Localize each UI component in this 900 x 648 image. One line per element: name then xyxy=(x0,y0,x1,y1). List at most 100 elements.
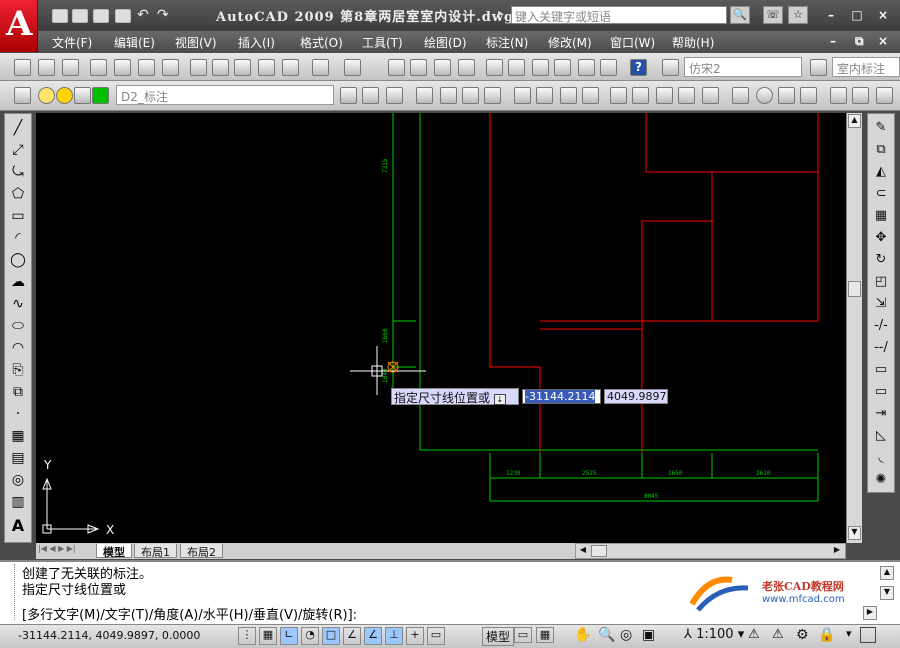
trim-icon[interactable]: -/- xyxy=(871,318,891,340)
region-icon[interactable]: ◎ xyxy=(8,472,28,494)
lock-icon[interactable]: 🔒 xyxy=(818,627,835,643)
scale-icon[interactable]: ◰ xyxy=(871,274,891,296)
offset-icon[interactable]: ⊂ xyxy=(871,186,891,208)
undo-icon[interactable] xyxy=(312,59,329,76)
3d-dwf-icon[interactable] xyxy=(162,59,179,76)
auto-scale-icon[interactable]: ⚠ xyxy=(772,627,784,642)
zoom-icon[interactable]: 🔍 xyxy=(598,627,615,643)
doc-restore-button[interactable]: ⧉ xyxy=(855,34,864,49)
undo-icon[interactable]: ↶ xyxy=(137,8,153,23)
model-space-button[interactable]: 模型 xyxy=(482,627,515,646)
steering-wheel-icon[interactable]: ◎ xyxy=(620,627,632,643)
tab-layout1[interactable]: 布局1 xyxy=(134,544,177,559)
tolerance-icon[interactable] xyxy=(732,87,749,104)
properties-icon[interactable] xyxy=(486,59,503,76)
command-scroll-down-icon[interactable]: ▼ xyxy=(880,586,894,600)
status-menu-icon[interactable]: ▾ xyxy=(846,627,852,640)
quickcalc-icon[interactable] xyxy=(600,59,617,76)
print-icon[interactable] xyxy=(115,9,131,23)
fillet-icon[interactable]: ◟ xyxy=(871,450,891,472)
coordinate-readout[interactable]: -31144.2114, 4049.9897, 0.0000 xyxy=(18,629,200,642)
communication-center-icon[interactable]: ☏ xyxy=(763,6,783,24)
publish-icon[interactable] xyxy=(138,59,155,76)
explode-icon[interactable]: ✺ xyxy=(871,472,891,494)
polar-tracking-icon[interactable]: ◔ xyxy=(301,627,319,645)
match-properties-icon[interactable] xyxy=(258,59,275,76)
revision-cloud-icon[interactable]: ☁ xyxy=(8,274,28,296)
save-icon[interactable] xyxy=(93,9,109,23)
gradient-icon[interactable]: ▤ xyxy=(8,450,28,472)
dynamic-input-x-field[interactable]: -31144.2114 xyxy=(522,389,601,404)
search-icon[interactable]: 🔍 xyxy=(730,6,750,24)
annotation-visibility-icon[interactable]: ⚠ xyxy=(748,627,760,642)
plot-icon[interactable] xyxy=(90,59,107,76)
quick-properties-icon[interactable]: ▭ xyxy=(427,627,445,645)
dropdown-arrow-icon[interactable]: ↓ xyxy=(493,394,506,405)
quick-view-layouts-icon[interactable]: ▭ xyxy=(514,627,532,643)
extend-icon[interactable]: --/ xyxy=(871,340,891,362)
qnew-icon[interactable] xyxy=(14,59,31,76)
scroll-right-icon[interactable]: ▶ xyxy=(831,545,843,557)
menu-insert[interactable]: 插入(I) xyxy=(238,34,275,51)
jogged-linear-icon[interactable] xyxy=(800,87,817,104)
angular-dim-icon[interactable] xyxy=(582,87,599,104)
dynamic-ucs-icon[interactable]: ∠ xyxy=(364,627,382,645)
dim-update-icon[interactable] xyxy=(876,87,893,104)
menu-draw[interactable]: 绘图(D) xyxy=(424,34,467,51)
tab-layout2[interactable]: 布局2 xyxy=(180,544,223,559)
lineweight-icon[interactable]: + xyxy=(406,627,424,645)
menu-help[interactable]: 帮助(H) xyxy=(672,34,714,51)
hatch-icon[interactable]: ▦ xyxy=(8,428,28,450)
menu-file[interactable]: 文件(F) xyxy=(52,34,92,51)
dim-break-icon[interactable] xyxy=(702,87,719,104)
erase-icon[interactable]: ✎ xyxy=(871,120,891,142)
grid-display-icon[interactable]: ▦ xyxy=(259,627,277,645)
point-icon[interactable]: · xyxy=(8,406,28,428)
object-snap-icon[interactable]: □ xyxy=(322,627,340,645)
rectangle-icon[interactable]: ▭ xyxy=(8,208,28,230)
search-input[interactable]: 键入关键字或短语 xyxy=(511,6,727,24)
copy-object-icon[interactable]: ⧉ xyxy=(871,142,891,164)
redo-icon[interactable] xyxy=(344,59,361,76)
polyline-icon[interactable]: ⤿ xyxy=(8,164,28,186)
inspection-icon[interactable] xyxy=(778,87,795,104)
dim-text-edit-icon[interactable] xyxy=(852,87,869,104)
save-icon[interactable] xyxy=(62,59,79,76)
circle-icon[interactable]: ◯ xyxy=(8,252,28,274)
doc-minimize-button[interactable]: – xyxy=(830,34,836,48)
favorites-star-icon[interactable]: ☆ xyxy=(788,6,808,24)
zoom-previous-icon[interactable] xyxy=(458,59,475,76)
doc-close-button[interactable]: × xyxy=(878,34,888,48)
vertical-scrollbar[interactable]: ▲ ▼ xyxy=(846,113,862,543)
layer-manager-icon[interactable] xyxy=(14,87,31,104)
scroll-left-icon[interactable]: ◀ xyxy=(577,545,589,557)
multiline-text-icon[interactable]: A xyxy=(8,516,28,538)
ellipse-icon[interactable]: ⬭ xyxy=(8,318,28,340)
insert-block-icon[interactable]: ⎘ xyxy=(8,362,28,384)
construction-line-icon[interactable]: ⤢ xyxy=(8,142,28,164)
clean-screen-icon[interactable] xyxy=(860,627,876,643)
layer-lock-icon[interactable] xyxy=(74,87,91,104)
plot-preview-icon[interactable] xyxy=(114,59,131,76)
pan-icon[interactable] xyxy=(388,59,405,76)
layer-on-bulb-icon[interactable] xyxy=(38,87,55,104)
dimension-style-icon[interactable] xyxy=(810,59,827,76)
break-icon[interactable]: ▭ xyxy=(871,384,891,406)
ordinate-dim-icon[interactable] xyxy=(484,87,501,104)
new-file-icon[interactable] xyxy=(52,9,68,23)
block-editor-icon[interactable] xyxy=(282,59,299,76)
horizontal-scroll-thumb[interactable] xyxy=(591,545,607,557)
text-style-icon[interactable] xyxy=(662,59,679,76)
menu-view[interactable]: 视图(V) xyxy=(175,34,217,51)
quick-dim-icon[interactable] xyxy=(610,87,627,104)
radius-dim-icon[interactable] xyxy=(514,87,531,104)
copy-icon[interactable] xyxy=(212,59,229,76)
drawing-canvas[interactable]: 7315 1660 1040 1230 2525 1650 2610 8045 xyxy=(36,113,846,543)
text-style-select[interactable]: 仿宋2 xyxy=(684,57,802,77)
zoom-realtime-icon[interactable] xyxy=(410,59,427,76)
command-scroll-up-icon[interactable]: ▲ xyxy=(880,566,894,580)
layer-color-icon[interactable] xyxy=(92,87,109,104)
minimize-button[interactable]: – xyxy=(820,6,842,24)
command-scroll-right-icon[interactable]: ▶ xyxy=(863,606,877,620)
menu-modify[interactable]: 修改(M) xyxy=(548,34,592,51)
